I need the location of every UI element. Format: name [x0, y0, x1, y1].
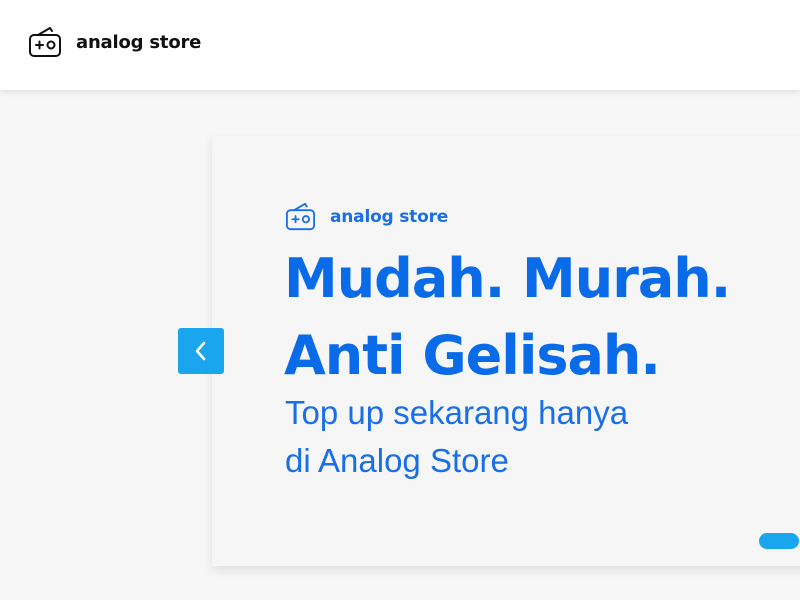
- banner-carousel: analog store Mudah. Murah. Anti Gelisah.…: [0, 90, 800, 600]
- slide-headline-line2: Anti Gelisah.: [284, 324, 661, 387]
- slide-brand-name: analog store: [330, 206, 449, 227]
- main-content: analog store Mudah. Murah. Anti Gelisah.…: [0, 90, 800, 600]
- slide-subline-line2: di Analog Store: [285, 442, 509, 479]
- slide-subline-line1: Top up sekarang hanya: [285, 394, 629, 431]
- chevron-left-icon: [195, 341, 206, 361]
- brand-home-link[interactable]: analog store: [28, 26, 201, 58]
- slide-headline-line1: Mudah. Murah.: [284, 247, 731, 310]
- slide-brand: analog store: [285, 202, 448, 231]
- gamepad-radio-icon: [286, 202, 315, 231]
- gamepad-radio-icon: [29, 27, 61, 57]
- carousel-slide[interactable]: analog store Mudah. Murah. Anti Gelisah.…: [212, 136, 800, 566]
- carousel-prev-button[interactable]: [178, 328, 224, 374]
- navbar: analog store: [0, 0, 800, 90]
- brand-name: analog store: [76, 31, 202, 53]
- carousel-indicator-active[interactable]: [759, 533, 799, 549]
